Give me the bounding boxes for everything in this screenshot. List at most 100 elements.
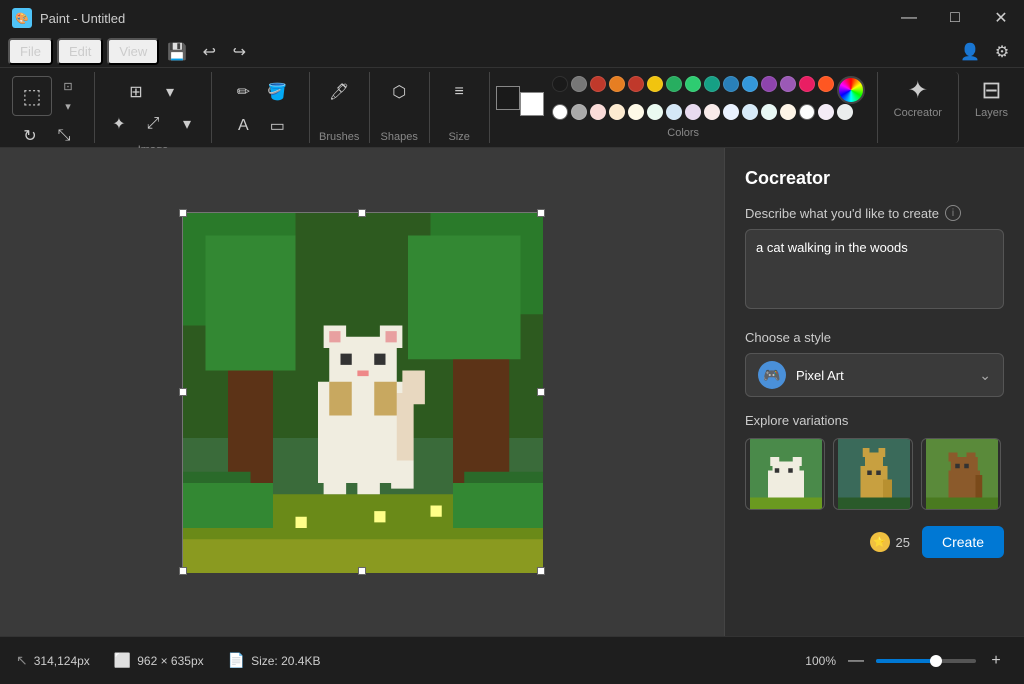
color-swatch[interactable] <box>818 104 834 120</box>
dimensions-icon: ⬜ <box>114 652 131 669</box>
color-swatch[interactable] <box>609 76 625 92</box>
foreground-color-box[interactable] <box>496 86 520 110</box>
color-swatch[interactable] <box>837 104 853 120</box>
cocreator-toolbar-button[interactable]: ✦ Cocreator <box>878 72 959 143</box>
image-adjust-button[interactable]: ⤢ <box>137 108 169 140</box>
handle-middle-left[interactable] <box>179 388 187 396</box>
color-swatch[interactable] <box>647 104 663 120</box>
variation-thumb-3[interactable] <box>921 438 1001 510</box>
menubar: File Edit View 💾 ↩ ↪ 👤 ⚙ <box>0 36 1024 68</box>
variation-thumb-1[interactable] <box>745 438 825 510</box>
brushes-group: 🖊 Brushes <box>310 72 370 143</box>
info-icon[interactable]: i <box>945 205 961 221</box>
color-swatch[interactable] <box>571 76 587 92</box>
handle-top-middle[interactable] <box>358 209 366 217</box>
color-swatch[interactable] <box>647 76 663 92</box>
text-button[interactable]: A <box>227 110 259 142</box>
canvas-container[interactable] <box>182 212 542 572</box>
layers-toolbar-button[interactable]: ⊟ Layers <box>959 72 1024 143</box>
color-swatch[interactable] <box>666 104 682 120</box>
variation-thumb-2[interactable] <box>833 438 913 510</box>
color-swatch[interactable] <box>818 76 834 92</box>
size-group: ≡ Size <box>430 72 490 143</box>
image-bottom-row: ✦ ⤢ ▾ <box>103 108 203 140</box>
menu-edit[interactable]: Edit <box>57 38 103 65</box>
color-swatch[interactable] <box>799 104 815 120</box>
selection-main-button[interactable]: ⬚ <box>12 76 52 116</box>
color-swatch[interactable] <box>552 76 568 92</box>
handle-middle-right[interactable] <box>537 388 545 396</box>
cocreator-icon: ✦ <box>908 76 928 105</box>
color-swatch[interactable] <box>628 104 644 120</box>
describe-label: Describe what you'd like to create i <box>745 205 1004 221</box>
tools-group: ✏ 🪣 A ▭ 💉 🔍 Tools <box>212 72 310 143</box>
color-swatch[interactable] <box>552 104 568 120</box>
color-swatch[interactable] <box>761 104 777 120</box>
cocreator-tb-label: Cocreator <box>894 107 942 119</box>
image-dropdown2[interactable]: ▾ <box>171 108 203 140</box>
colors-section: Colors <box>490 72 878 143</box>
color-swatch[interactable] <box>590 104 606 120</box>
color-swatch[interactable] <box>780 76 796 92</box>
color-swatch[interactable] <box>761 76 777 92</box>
shapes-main-button[interactable]: ⬡ <box>383 76 415 108</box>
selection-dropdown[interactable]: ▾ <box>54 97 82 115</box>
color-swatch[interactable] <box>799 76 815 92</box>
color-swatch[interactable] <box>723 76 739 92</box>
color-swatch[interactable] <box>742 76 758 92</box>
minimize-button[interactable]: — <box>886 0 932 36</box>
handle-bottom-left[interactable] <box>179 567 187 575</box>
color-swatch[interactable] <box>780 104 796 120</box>
zoom-in-button[interactable]: + <box>984 649 1008 673</box>
color-swatch[interactable] <box>571 104 587 120</box>
style-dropdown[interactable]: 🎮 Pixel Art ⌄ <box>745 353 1004 397</box>
handle-bottom-middle[interactable] <box>358 567 366 575</box>
size-main-button[interactable]: ≡ <box>443 76 475 108</box>
zoom-slider[interactable] <box>876 659 976 663</box>
menu-view[interactable]: View <box>107 38 159 65</box>
redo-button[interactable]: ↪ <box>225 38 253 66</box>
magic-select-button[interactable]: ✦ <box>103 108 135 140</box>
background-color-box[interactable] <box>520 92 544 116</box>
color-swatch[interactable] <box>685 76 701 92</box>
fill-button[interactable]: 🪣 <box>261 76 293 108</box>
handle-top-right[interactable] <box>537 209 545 217</box>
color-swatch[interactable] <box>685 104 701 120</box>
chevron-down-icon: ⌄ <box>979 367 991 384</box>
handle-top-left[interactable] <box>179 209 187 217</box>
color-swatch[interactable] <box>704 76 720 92</box>
handle-bottom-right[interactable] <box>537 567 545 575</box>
color-swatch[interactable] <box>666 76 682 92</box>
close-button[interactable]: ✕ <box>978 0 1024 36</box>
brushes-label: Brushes <box>319 127 359 143</box>
zoom-percent: 100% <box>805 654 836 668</box>
crop-button[interactable]: ⊡ <box>54 77 82 95</box>
titlebar-controls: — □ ✕ <box>886 0 1024 36</box>
color-picker-button[interactable] <box>837 76 865 104</box>
style-value: Pixel Art <box>796 368 969 383</box>
undo-button[interactable]: ↩ <box>195 38 223 66</box>
color-swatch[interactable] <box>742 104 758 120</box>
prompt-input[interactable]: a cat walking in the woods <box>745 229 1004 309</box>
crop-image-button[interactable]: ⊞ <box>120 76 152 108</box>
color-swatch[interactable] <box>704 104 720 120</box>
save-icon[interactable]: 💾 <box>163 38 191 66</box>
style-label: Choose a style <box>745 330 1004 345</box>
image-dropdown[interactable]: ▾ <box>154 76 186 108</box>
credits-icon: ⭐ <box>870 532 890 552</box>
brush-main-button[interactable]: 🖊 <box>323 76 355 108</box>
color-swatch[interactable] <box>723 104 739 120</box>
pencil-button[interactable]: ✏ <box>227 76 259 108</box>
account-icon[interactable]: 👤 <box>956 38 984 66</box>
settings-icon[interactable]: ⚙ <box>988 38 1016 66</box>
menu-file[interactable]: File <box>8 38 53 65</box>
active-colors[interactable] <box>502 80 544 116</box>
color-swatch[interactable] <box>590 76 606 92</box>
color-swatch[interactable] <box>609 104 625 120</box>
color-swatch[interactable] <box>628 76 644 92</box>
maximize-button[interactable]: □ <box>932 0 978 36</box>
zoom-out-button[interactable]: — <box>844 649 868 673</box>
create-button[interactable]: Create <box>922 526 1004 558</box>
canvas-area <box>0 148 724 636</box>
eraser-button[interactable]: ▭ <box>261 110 293 142</box>
